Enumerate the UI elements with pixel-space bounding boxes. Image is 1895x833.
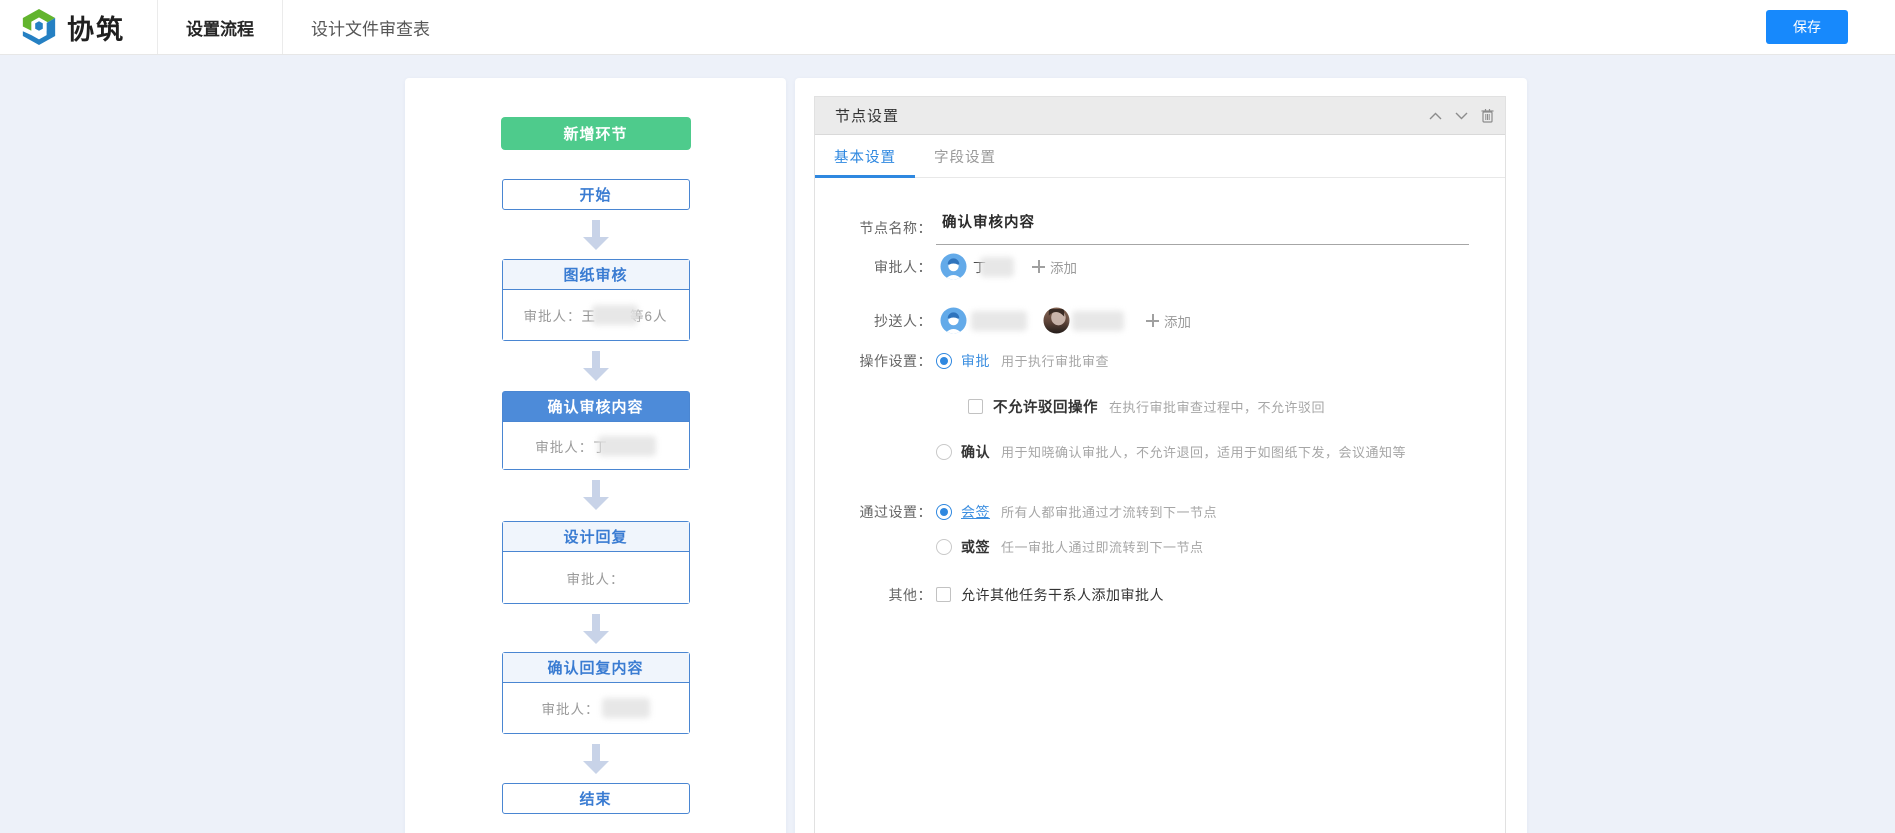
other-row: 其他： 允许其他任务干系人添加审批人 [848,581,1505,609]
node-name-input[interactable] [942,213,1469,229]
flow-node-confirm-review-selected[interactable]: 确认审核内容 审批人：丁 [502,391,690,470]
flow-arrow-down-icon [583,614,609,644]
cc-label: 抄送人： [848,311,932,331]
pass-setting-row: 通过设置： 会签 所有人都审批通过才流转到下一节点 [848,498,1505,526]
radio-orsign[interactable] [936,539,952,555]
radio-countersign[interactable] [936,504,952,520]
node-approver-label: 审批人： [567,568,625,588]
workflow-diagram-card: 新增环节 开始 图纸审核 审批人：王等6人 确认审核内容 审批人：丁 设计回复 … [405,78,786,833]
radio-orsign-desc: 任一审批人通过即流转到下一节点 [1001,537,1204,556]
workflow-column: 新增环节 开始 图纸审核 审批人：王等6人 确认审核内容 审批人：丁 设计回复 … [501,78,691,814]
topbar-actions: 保存 [1766,0,1895,54]
redacted-name [1072,311,1124,331]
node-approver-label: 审批人： [523,305,581,325]
flow-arrow-down-icon [583,480,609,510]
plus-icon [1032,260,1045,273]
node-approver-label: 审批人： [535,436,593,456]
approver-row: 审批人： 丁 添加 [848,253,1505,281]
node-name-label: 节点名称： [848,211,932,238]
settings-tabs: 基本设置 字段设置 [815,135,1505,178]
top-nav: 设置流程 设计文件审查表 [157,0,458,54]
cc-row: 抄送人： 添加 [848,307,1505,335]
brand-hexagon-icon [20,8,58,46]
redacted-name [592,305,638,325]
checkbox-allow-stakeholders[interactable] [936,587,951,602]
cc-avatar-1[interactable] [940,307,967,334]
redacted-name [980,257,1014,277]
brand-name: 协筑 [67,8,125,47]
redacted-name [598,436,656,456]
checkbox-no-reject-desc: 在执行审批审查过程中，不允许驳回 [1109,397,1325,416]
flow-arrow-down-icon [583,220,609,250]
panel-title: 节点设置 [835,105,899,126]
nav-item-design-review-form[interactable]: 设计文件审查表 [282,0,458,54]
flow-arrow-down-icon [583,351,609,381]
radio-confirm-label[interactable]: 确认 [961,442,990,462]
tab-basic-settings[interactable]: 基本设置 [815,135,915,177]
cc-avatar-2[interactable] [1043,307,1070,334]
node-settings-card: 节点设置 [795,78,1527,833]
basic-settings-form: 节点名称： 审批人： 丁 添加 抄送人： [815,211,1505,609]
or-sign-row: 或签 任一审批人通过即流转到下一节点 [848,533,1505,561]
checkbox-no-reject-label[interactable]: 不允许驳回操作 [993,396,1098,417]
app-logo[interactable]: 协筑 [0,0,157,54]
flow-node-design-reply[interactable]: 设计回复 审批人： [502,521,690,604]
action-setting-row: 操作设置： 审批 用于执行审批审查 [848,347,1505,375]
node-settings-header: 节点设置 [815,97,1505,135]
no-reject-row: 不允许驳回操作 在执行审批审查过程中，不允许驳回 [848,393,1505,421]
tab-field-settings[interactable]: 字段设置 [915,135,1015,177]
flow-arrow-down-icon [583,744,609,774]
redacted-name [602,698,650,718]
checkbox-allow-stakeholders-label[interactable]: 允许其他任务干系人添加审批人 [961,585,1164,605]
radio-confirm[interactable] [936,444,952,460]
redacted-name [971,311,1027,331]
add-step-button[interactable]: 新增环节 [501,117,691,150]
add-approver-button[interactable]: 添加 [1032,257,1077,277]
other-label: 其他： [848,585,932,605]
add-cc-button[interactable]: 添加 [1146,311,1191,331]
flow-node-end[interactable]: 结束 [502,783,690,814]
node-settings-panel: 节点设置 [814,96,1506,833]
nav-item-set-flow[interactable]: 设置流程 [157,0,282,54]
radio-approve[interactable] [936,353,952,369]
flow-node-start[interactable]: 开始 [502,179,690,210]
radio-approve-label[interactable]: 审批 [961,351,990,371]
flow-node-drawing-review[interactable]: 图纸审核 审批人：王等6人 [502,259,690,341]
checkbox-no-reject[interactable] [968,399,983,414]
node-approver-label: 审批人： [542,698,600,718]
chevron-up-icon[interactable] [1428,108,1443,124]
node-name-row: 节点名称： [848,211,1505,245]
radio-approve-desc: 用于执行审批审查 [1001,351,1109,370]
radio-countersign-label[interactable]: 会签 [961,502,990,522]
chevron-down-icon[interactable] [1454,108,1469,124]
action-setting-label: 操作设置： [848,351,932,371]
action-confirm-row: 确认 用于知晓确认审批人，不允许退回，适用于如图纸下发，会议通知等 [848,438,1505,466]
pass-setting-label: 通过设置： [848,502,932,522]
approver-label: 审批人： [848,257,932,277]
radio-confirm-desc: 用于知晓确认审批人，不允许退回，适用于如图纸下发，会议通知等 [1001,442,1406,461]
top-navigation-bar: 协筑 设置流程 设计文件审查表 保存 [0,0,1895,55]
radio-countersign-desc: 所有人都审批通过才流转到下一节点 [1001,502,1217,521]
radio-orsign-label[interactable]: 或签 [961,537,990,557]
flow-node-confirm-reply[interactable]: 确认回复内容 审批人： [502,652,690,734]
save-button[interactable]: 保存 [1766,10,1848,44]
approver-avatar[interactable] [940,253,967,280]
plus-icon [1146,314,1159,327]
trash-icon[interactable] [1480,108,1495,124]
